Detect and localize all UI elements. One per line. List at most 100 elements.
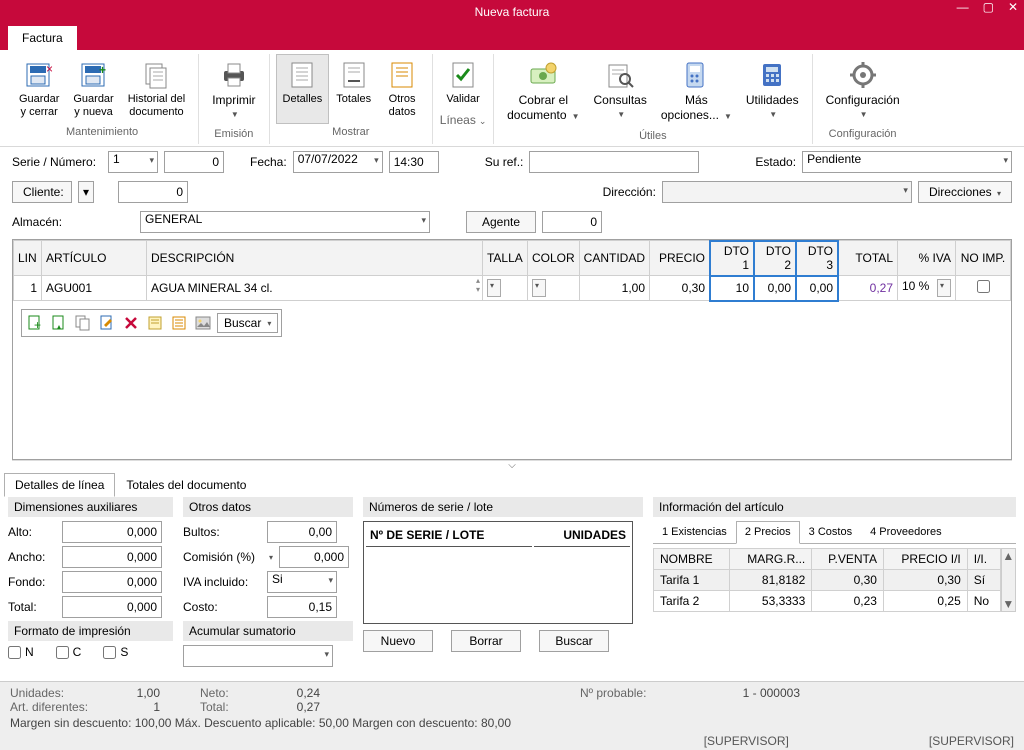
- costo-input[interactable]: [267, 596, 337, 618]
- tab-detalles-linea[interactable]: Detalles de línea: [4, 473, 115, 497]
- mas-opciones-button[interactable]: Más opciones... ▼: [654, 54, 739, 128]
- acum-dropdown[interactable]: [183, 645, 333, 667]
- imprimir-button[interactable]: Imprimir▼: [205, 54, 262, 126]
- precio-row[interactable]: Tarifa 181,81820,300,30Sí: [654, 570, 1001, 591]
- otros-datos-button[interactable]: Otros datos: [378, 54, 426, 124]
- col-dto2[interactable]: DTO 2: [754, 241, 796, 276]
- col-total[interactable]: TOTAL: [838, 241, 898, 276]
- col-lin[interactable]: LIN: [14, 241, 42, 276]
- group-lineas-label: Líneas ⌄: [440, 111, 487, 129]
- fmt-c-checkbox[interactable]: [56, 646, 69, 659]
- estado-dropdown[interactable]: Pendiente: [802, 151, 1012, 173]
- detalles-button[interactable]: Detalles: [276, 54, 330, 124]
- configuracion-button[interactable]: Configuración▼: [819, 54, 907, 126]
- col-talla[interactable]: TALLA: [482, 241, 527, 276]
- fecha-label: Fecha:: [250, 155, 287, 169]
- agente-num-input[interactable]: [542, 211, 602, 233]
- cliente-num-input[interactable]: [118, 181, 188, 203]
- tab-proveedores[interactable]: 4 Proveedores: [861, 521, 951, 543]
- numero-input[interactable]: [164, 151, 224, 173]
- col-dto1[interactable]: DTO 1: [710, 241, 754, 276]
- direccion-dropdown[interactable]: [662, 181, 912, 203]
- delete-line-icon[interactable]: [121, 313, 141, 333]
- serie-header: Números de serie / lote: [363, 497, 643, 517]
- almacen-dropdown[interactable]: GENERAL: [140, 211, 430, 233]
- cliente-button[interactable]: Cliente:: [12, 181, 72, 203]
- ribbon: × Guardar y cerrar + Guardar y nueva His…: [0, 50, 1024, 147]
- serie-nuevo-button[interactable]: Nuevo: [363, 630, 433, 652]
- iva-dropdown: [937, 279, 951, 297]
- col-color[interactable]: COLOR: [527, 241, 579, 276]
- col-descripcion[interactable]: DESCRIPCIÓN: [147, 241, 483, 276]
- iva-dropdown[interactable]: Si: [267, 571, 337, 593]
- tab-existencias[interactable]: 1 Existencias: [653, 521, 736, 543]
- serie-borrar-button[interactable]: Borrar: [451, 630, 521, 652]
- alto-input[interactable]: [62, 521, 162, 543]
- col-articulo[interactable]: ARTÍCULO: [42, 241, 147, 276]
- bultos-input[interactable]: [267, 521, 337, 543]
- totales-button[interactable]: Totales: [329, 54, 378, 124]
- otros-header: Otros datos: [183, 497, 353, 517]
- guardar-cerrar-button[interactable]: × Guardar y cerrar: [12, 54, 66, 124]
- suref-label: Su ref.:: [485, 155, 524, 169]
- svg-text:+: +: [34, 318, 41, 331]
- comision-input[interactable]: [279, 546, 349, 568]
- copy-line-icon[interactable]: [73, 313, 93, 333]
- historial-button[interactable]: Historial del documento: [121, 54, 192, 124]
- consultas-button[interactable]: Consultas▼: [586, 54, 653, 128]
- fecha-input[interactable]: 07/07/2022: [293, 151, 383, 173]
- detail-icon[interactable]: [169, 313, 189, 333]
- minimize-icon[interactable]: —: [957, 0, 969, 14]
- grid-row[interactable]: 1 AGU001 AGUA MINERAL 34 cl.▴▾ 1,00 0,30…: [14, 276, 1011, 301]
- insert-line-icon[interactable]: [49, 313, 69, 333]
- validar-button[interactable]: Validar: [439, 54, 487, 111]
- scrollbar[interactable]: ▲▼: [1001, 548, 1016, 612]
- lower-tabs: Detalles de línea Totales del documento: [4, 473, 1020, 497]
- utilidades-button[interactable]: Utilidades▼: [739, 54, 806, 128]
- ancho-input[interactable]: [62, 546, 162, 568]
- dto1-cell[interactable]: 10: [710, 276, 754, 301]
- hora-input[interactable]: [389, 151, 439, 173]
- close-icon[interactable]: ✕: [1008, 0, 1018, 14]
- tab-costos[interactable]: 3 Costos: [800, 521, 861, 543]
- new-line-icon[interactable]: +: [25, 313, 45, 333]
- ribbon-tabs: Factura: [0, 24, 1024, 50]
- col-dto3[interactable]: DTO 3: [796, 241, 838, 276]
- dim-header: Dimensiones auxiliares: [8, 497, 173, 517]
- guardar-nueva-button[interactable]: + Guardar y nueva: [66, 54, 120, 124]
- maximize-icon[interactable]: ▢: [983, 0, 994, 14]
- grid-search-button[interactable]: Buscar▾: [217, 313, 278, 333]
- fmt-n-checkbox[interactable]: [8, 646, 21, 659]
- serie-dropdown[interactable]: 1: [108, 151, 158, 173]
- tab-precios[interactable]: 2 Precios: [736, 521, 800, 544]
- col-noimp[interactable]: NO IMP.: [956, 241, 1011, 276]
- estado-label: Estado:: [755, 155, 796, 169]
- suref-input[interactable]: [529, 151, 699, 173]
- group-utiles-label: Útiles: [639, 128, 667, 144]
- group-emision-label: Emisión: [214, 126, 253, 142]
- cliente-dropdown[interactable]: ▾: [78, 181, 94, 203]
- precio-row[interactable]: Tarifa 253,33330,230,25No: [654, 591, 1001, 612]
- tab-totales-doc[interactable]: Totales del documento: [115, 473, 257, 497]
- tab-factura[interactable]: Factura: [8, 26, 77, 50]
- noimp-checkbox: [977, 280, 990, 293]
- direcciones-button[interactable]: Direcciones ▾: [918, 181, 1012, 203]
- cobrar-button[interactable]: Cobrar el documento ▼: [500, 54, 586, 128]
- talla-dropdown: [487, 279, 501, 297]
- splitter[interactable]: ⌵: [12, 460, 1012, 471]
- note-icon[interactable]: [145, 313, 165, 333]
- serie-buscar-button[interactable]: Buscar: [539, 630, 609, 652]
- agente-button[interactable]: Agente: [466, 211, 536, 233]
- group-config-label: Configuración: [829, 126, 897, 142]
- edit-line-icon[interactable]: [97, 313, 117, 333]
- fmt-s-checkbox[interactable]: [103, 646, 116, 659]
- window-title: Nueva factura: [475, 5, 550, 19]
- fondo-input[interactable]: [62, 571, 162, 593]
- col-pctiva[interactable]: % IVA: [898, 241, 956, 276]
- grid-toolbar: + Buscar▾: [21, 309, 282, 337]
- lines-grid: LIN ARTÍCULO DESCRIPCIÓN TALLA COLOR CAN…: [12, 239, 1012, 460]
- dimtotal-input[interactable]: [62, 596, 162, 618]
- image-icon[interactable]: [193, 313, 213, 333]
- col-cantidad[interactable]: CANTIDAD: [579, 241, 649, 276]
- col-precio[interactable]: PRECIO: [650, 241, 710, 276]
